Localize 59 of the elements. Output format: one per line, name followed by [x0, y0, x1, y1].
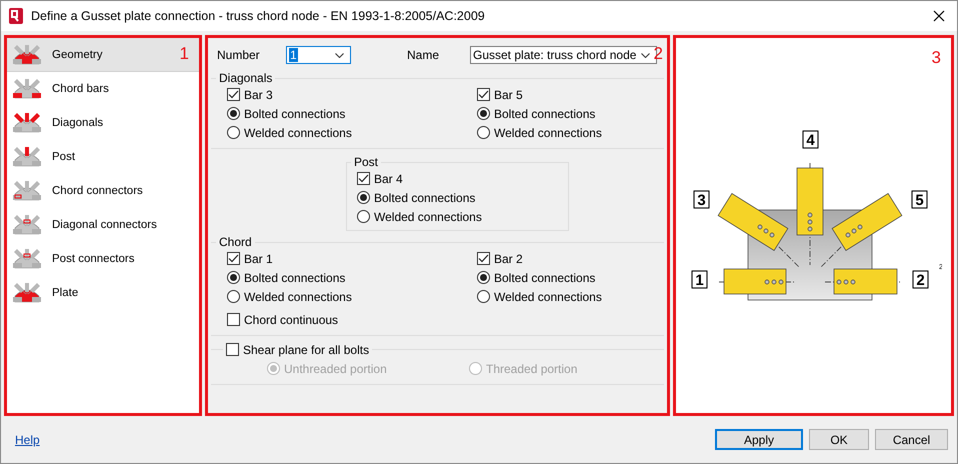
checkbox[interactable]: Bar 1	[227, 249, 477, 268]
bar-number-label: 1	[692, 270, 708, 289]
chevron-icon	[335, 52, 344, 58]
radio-button[interactable]: Bolted connections	[227, 268, 477, 287]
radio-button[interactable]: Welded connections	[477, 123, 664, 142]
annotation-number: 1	[180, 44, 189, 64]
node-icon	[12, 180, 42, 202]
bar-number-label: 4	[802, 130, 818, 149]
nav-item[interactable]: Chord connectors	[7, 174, 199, 208]
radio-button[interactable]: Bolted connections	[227, 104, 477, 123]
chevron-icon	[641, 52, 650, 58]
dialog-button[interactable]: OK	[809, 429, 869, 450]
radio-button[interactable]: Welded connections	[227, 123, 477, 142]
number-dropdown[interactable]: 1	[286, 46, 351, 64]
node-icon	[12, 214, 42, 236]
nav-item[interactable]: Plate	[7, 276, 199, 310]
check-icon	[228, 254, 239, 263]
node-icon	[12, 248, 42, 270]
bar-number-label: 3	[694, 190, 710, 209]
field-label: Name	[407, 48, 440, 62]
checkbox[interactable]: Shear plane for all bolts	[226, 340, 370, 359]
radio-button[interactable]: Welded connections	[477, 287, 664, 306]
node-icon	[12, 44, 42, 66]
radio-button[interactable]: Bolted connections	[477, 268, 664, 287]
bar-number-label: 2	[912, 270, 928, 289]
app-logo-icon	[9, 8, 23, 24]
radio-button[interactable]: Welded connections	[357, 207, 568, 226]
check-icon	[228, 90, 239, 99]
nav-item[interactable]: Diagonals	[7, 106, 199, 140]
check-icon	[478, 254, 489, 263]
checkbox[interactable]: Bar 5	[477, 85, 664, 104]
checkbox[interactable]: Chord continuous	[227, 310, 664, 329]
checkbox[interactable]: Bar 4	[357, 169, 568, 188]
node-icon	[12, 146, 42, 168]
dialog-button[interactable]: Cancel	[875, 429, 948, 450]
group-title: Diagonals	[218, 71, 274, 85]
check-icon	[478, 90, 489, 99]
checkbox[interactable]: Bar 3	[227, 85, 477, 104]
node-icon	[12, 78, 42, 100]
group-title: Post	[353, 155, 380, 169]
check-icon	[358, 174, 369, 183]
dialog-button[interactable]: Apply	[715, 429, 803, 450]
bar-number-label: 5	[912, 190, 928, 209]
nav-item[interactable]: Diagonal connectors	[7, 208, 199, 242]
nav-item[interactable]: Chord bars	[7, 72, 199, 106]
annotation-number: 3	[932, 48, 941, 68]
window-title: Define a Gusset plate connection - truss chord node - EN 1993-1-8:2005/AC:2009	[31, 9, 486, 23]
nav-item[interactable]: Post connectors	[7, 242, 199, 276]
help-link[interactable]: Help	[15, 432, 40, 446]
checkbox[interactable]: Bar 2	[477, 249, 664, 268]
radio-button[interactable]: Bolted connections	[357, 188, 568, 207]
nav-item[interactable]: Post	[7, 140, 199, 174]
radio-button[interactable]: Bolted connections	[477, 104, 664, 123]
close-icon[interactable]	[933, 10, 945, 22]
node-icon	[12, 112, 42, 134]
radio-button[interactable]: Welded connections	[227, 287, 477, 306]
node-icon	[12, 282, 42, 304]
group-title: Chord	[218, 235, 253, 249]
field-label: Number	[216, 48, 261, 62]
